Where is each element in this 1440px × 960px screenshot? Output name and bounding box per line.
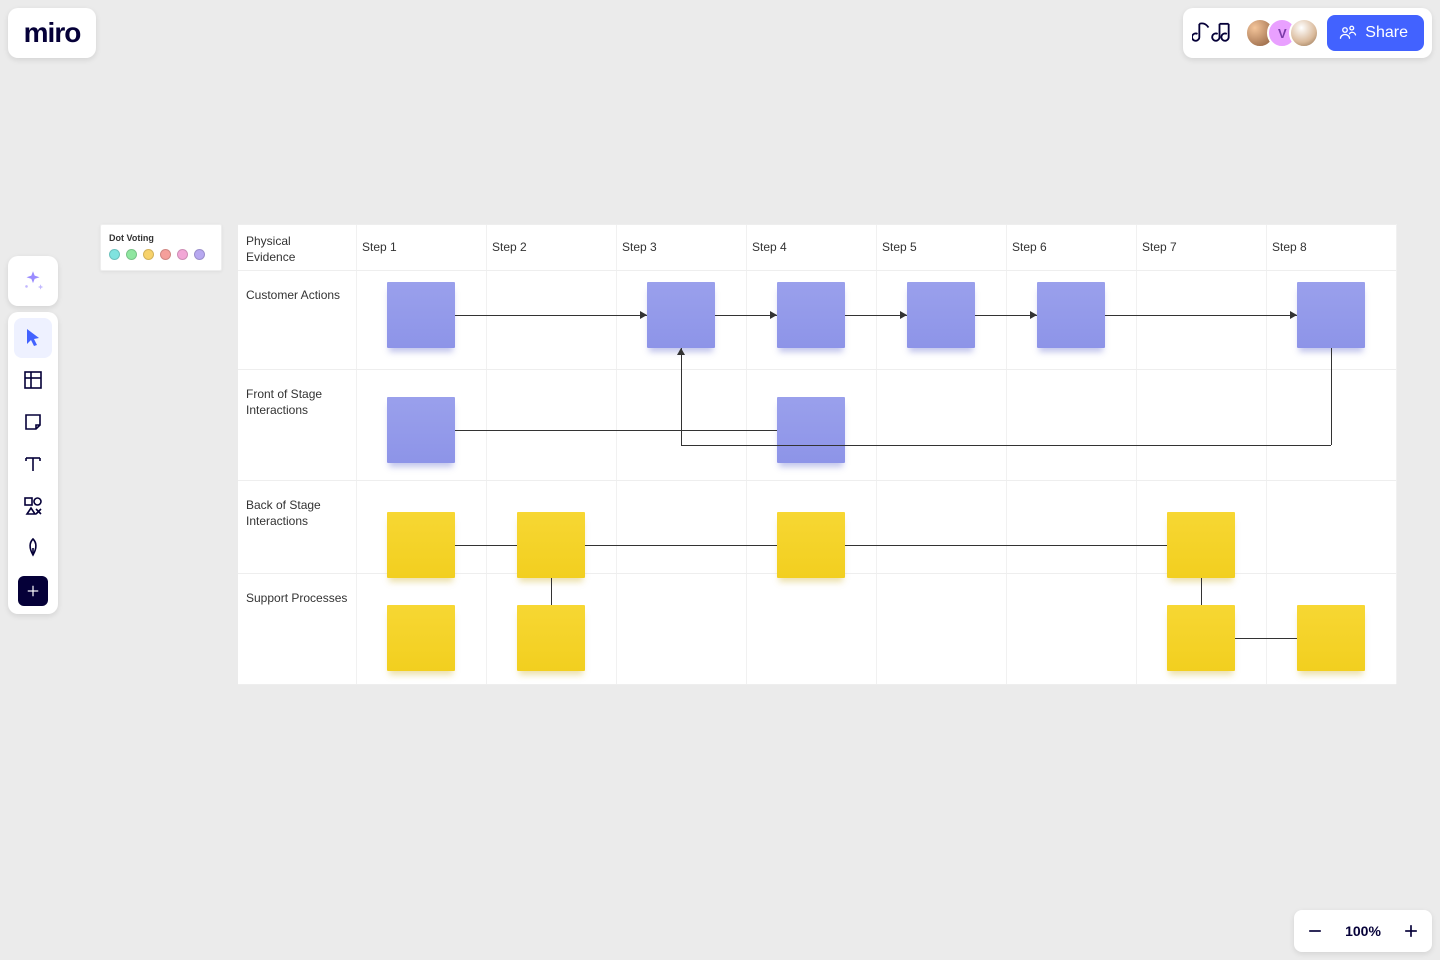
zoom-control: 100%	[1294, 910, 1432, 952]
text-tool[interactable]	[14, 444, 52, 484]
column-header: Step 5	[882, 224, 917, 270]
pen-icon	[21, 536, 45, 560]
voting-dot[interactable]	[194, 249, 205, 260]
column-header: Step 1	[362, 224, 397, 270]
reactions-button[interactable]	[1191, 15, 1237, 51]
dot-voting-dots	[109, 249, 213, 260]
left-toolbar	[8, 312, 58, 614]
sticky-note[interactable]	[517, 512, 585, 578]
sticky-note[interactable]	[387, 282, 455, 348]
text-icon	[21, 452, 45, 476]
share-button-label: Share	[1365, 24, 1408, 42]
row-header: Customer Actions	[238, 280, 348, 304]
voting-dot[interactable]	[160, 249, 171, 260]
ai-tool-button[interactable]	[8, 256, 58, 306]
dot-voting-panel[interactable]: Dot Voting	[100, 224, 222, 271]
select-tool[interactable]	[14, 318, 52, 358]
column-header: Step 4	[752, 224, 787, 270]
plus-icon	[1401, 921, 1421, 941]
sticky-note[interactable]	[1297, 605, 1365, 671]
sticky-note[interactable]	[387, 397, 455, 463]
sticky-note[interactable]	[387, 512, 455, 578]
sticky-note[interactable]	[1297, 282, 1365, 348]
shapes-icon	[21, 494, 45, 518]
sticky-note[interactable]	[387, 605, 455, 671]
blueprint-grid[interactable]: PhysicalEvidenceStep 1 Step 2 Step 3 Step 4…	[238, 224, 1396, 684]
voting-dot[interactable]	[143, 249, 154, 260]
sticky-note[interactable]	[517, 605, 585, 671]
share-users-icon	[1339, 24, 1357, 42]
sparkle-icon	[20, 268, 46, 294]
plus-icon	[24, 582, 42, 600]
app-logo[interactable]: miro	[8, 8, 96, 58]
column-header: Step 6	[1012, 224, 1047, 270]
sticky-note[interactable]	[1167, 512, 1235, 578]
minus-icon	[1305, 921, 1325, 941]
column-header: Step 2	[492, 224, 527, 270]
zoom-out-button[interactable]	[1300, 916, 1330, 946]
share-button[interactable]: Share	[1327, 15, 1424, 51]
shapes-tool[interactable]	[14, 486, 52, 526]
voting-dot[interactable]	[109, 249, 120, 260]
sticky-note[interactable]	[777, 397, 845, 463]
sticky-note-icon	[21, 410, 45, 434]
frame-icon	[21, 368, 45, 392]
top-bar: V Share	[1183, 8, 1432, 58]
music-notes-icon	[1192, 18, 1236, 48]
dot-voting-title: Dot Voting	[109, 233, 213, 243]
voting-dot[interactable]	[126, 249, 137, 260]
column-header: Step 8	[1272, 224, 1307, 270]
column-header: PhysicalEvidence	[238, 224, 356, 270]
sticky-note[interactable]	[777, 282, 845, 348]
zoom-level[interactable]: 100%	[1340, 923, 1386, 939]
add-tool[interactable]	[18, 576, 48, 606]
sticky-note[interactable]	[1037, 282, 1105, 348]
app-logo-text: miro	[24, 17, 81, 49]
frame-tool[interactable]	[14, 360, 52, 400]
column-header: Step 3	[622, 224, 657, 270]
row-header: Support Processes	[238, 583, 348, 607]
zoom-in-button[interactable]	[1396, 916, 1426, 946]
cursor-icon	[21, 326, 45, 350]
avatar-initial: V	[1278, 26, 1287, 41]
avatar[interactable]	[1289, 18, 1319, 48]
sticky-note-tool[interactable]	[14, 402, 52, 442]
sticky-note[interactable]	[907, 282, 975, 348]
sticky-note[interactable]	[647, 282, 715, 348]
column-header: Step 7	[1142, 224, 1177, 270]
sticky-note[interactable]	[777, 512, 845, 578]
row-header: Back of Stage Interactions	[238, 490, 348, 529]
sticky-note[interactable]	[1167, 605, 1235, 671]
pen-tool[interactable]	[14, 528, 52, 568]
board-canvas[interactable]: Dot Voting PhysicalEvidenceStep 1 Step 2 S…	[100, 224, 1396, 684]
row-header: Front of Stage Interactions	[238, 379, 348, 418]
collaborator-avatars[interactable]: V	[1245, 18, 1319, 48]
voting-dot[interactable]	[177, 249, 188, 260]
